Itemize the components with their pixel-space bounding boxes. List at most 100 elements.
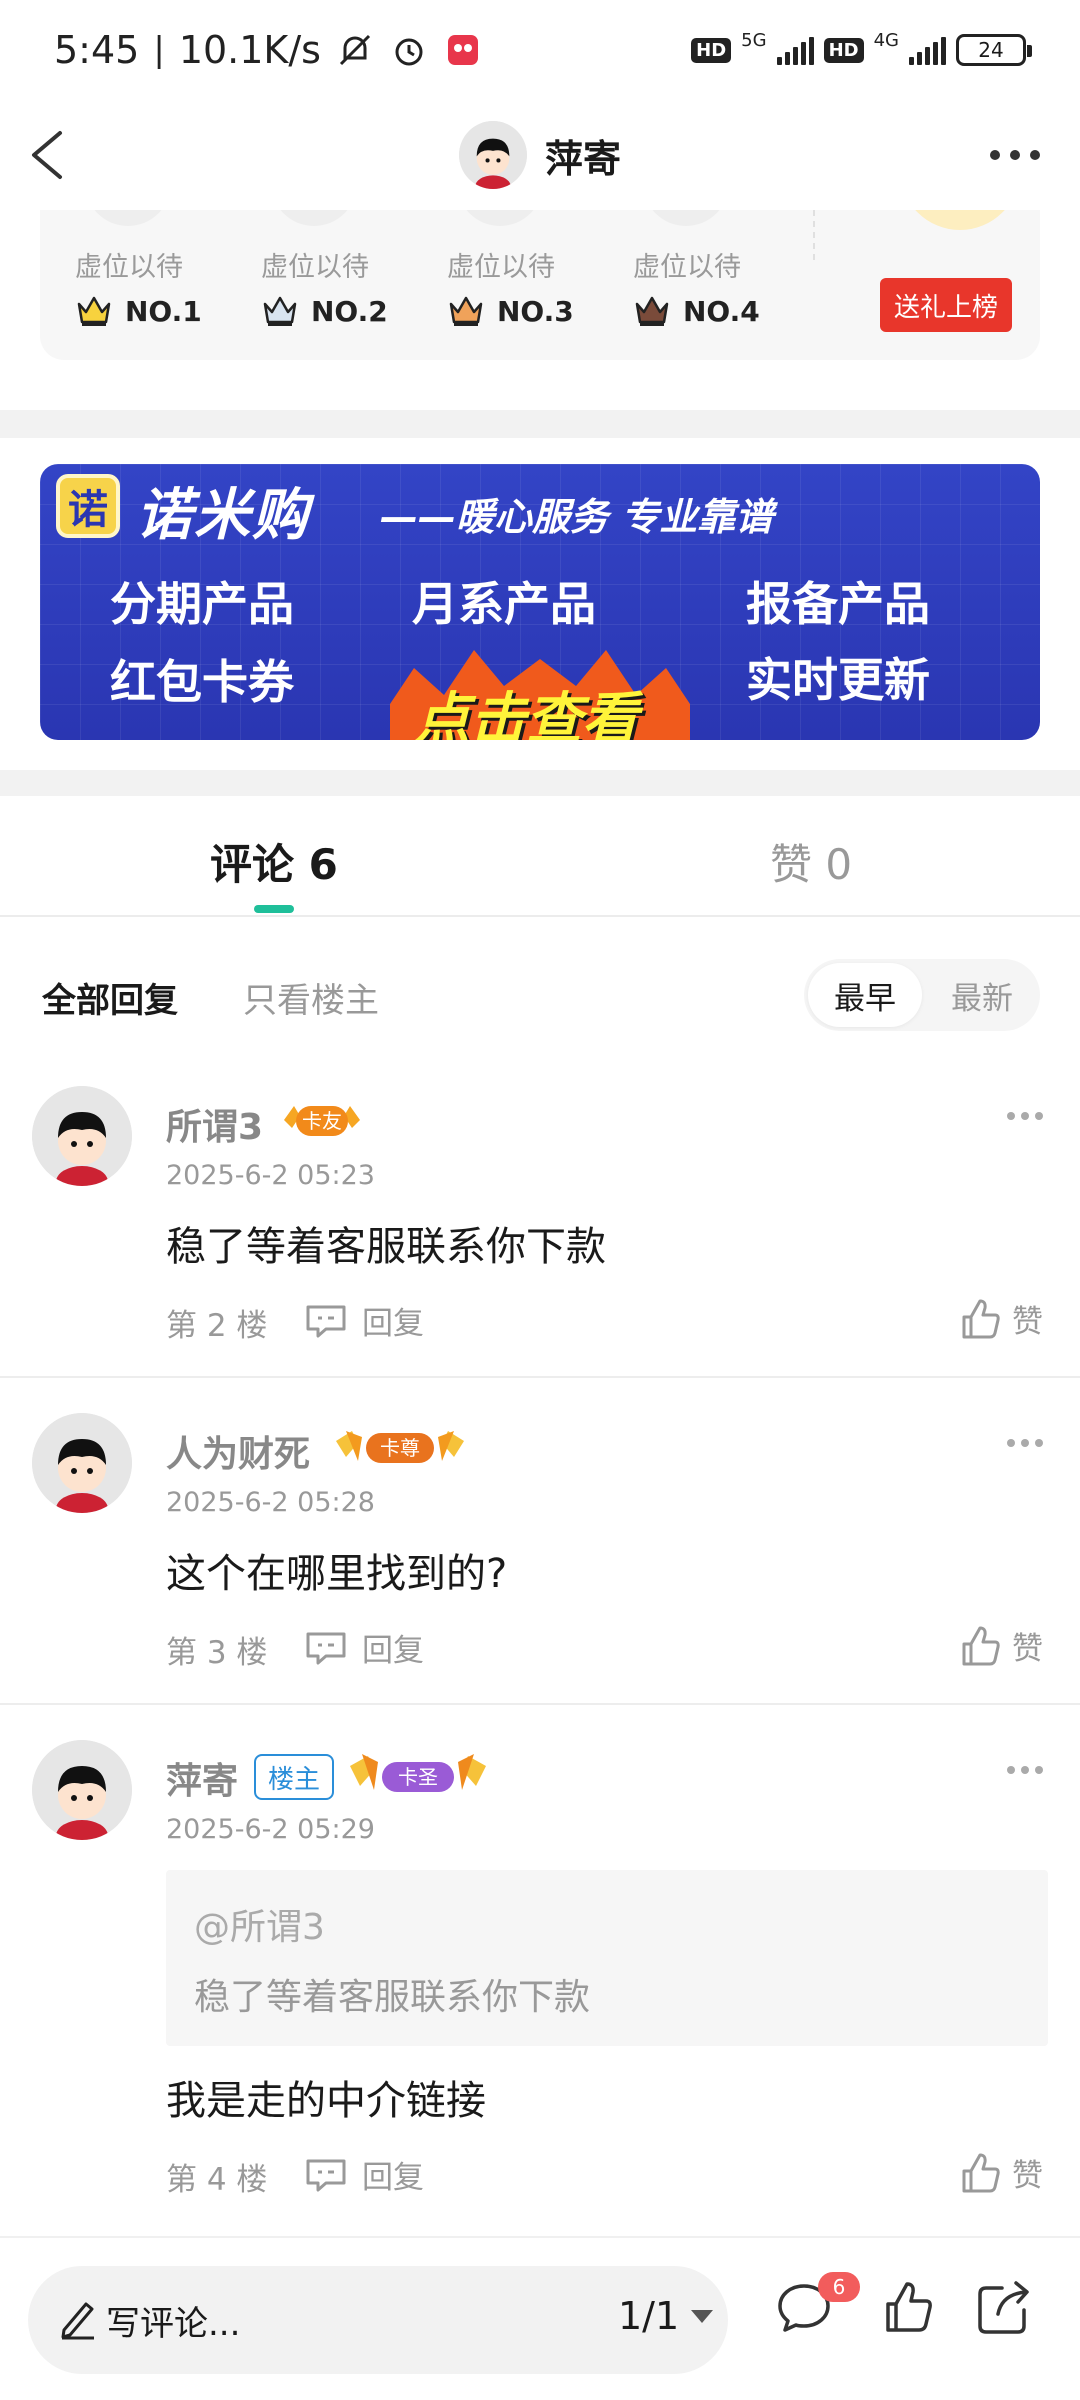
reply-label: 回复 (362, 1633, 424, 1669)
comment-floor: 第 4 楼 (166, 2162, 268, 2198)
banner-item: 月系产品 (412, 577, 596, 631)
back-icon[interactable] (20, 125, 80, 185)
crown-bronze-icon (449, 296, 483, 326)
rank-avatar-placeholder (271, 210, 357, 226)
banner-title: 诺米购 (136, 483, 310, 548)
rank-label: 虚位以待 (633, 252, 741, 283)
sort-toggle: 最早 最新 (804, 959, 1040, 1031)
divider (0, 1376, 1080, 1378)
app-notification-icon (443, 30, 483, 70)
crown-gold-icon (77, 296, 111, 326)
banner-item: 报备产品 (746, 577, 930, 631)
comment-username[interactable]: 人为财死 (166, 1425, 310, 1477)
reply-button[interactable]: 回复 (304, 2152, 424, 2197)
write-comment-placeholder: 写评论... (106, 2304, 241, 2344)
like-label: 赞 (1012, 1304, 1043, 1340)
quoted-comment[interactable]: @所谓3 稳了等着客服联系你下款 (166, 1870, 1048, 2046)
tab-bar: 评论 6 赞 0 (0, 795, 1080, 917)
level-badge: 卡圣 (350, 1754, 486, 1792)
section-gap (0, 770, 1080, 796)
like-button[interactable]: 赞 (958, 1623, 1043, 1668)
filter-all-replies[interactable]: 全部回复 (42, 973, 178, 1022)
more-options-icon[interactable] (980, 130, 1050, 180)
reply-button[interactable]: 回复 (304, 1298, 424, 1343)
crown-dark-icon (635, 296, 669, 326)
comment-time: 2025-6-2 05:28 (166, 1487, 375, 1518)
comment-count-badge: 6 (818, 2272, 860, 2302)
page-indicator: 1/1 (618, 2294, 680, 2338)
comment-more-icon[interactable] (1005, 1108, 1045, 1124)
rank-number: NO.2 (261, 294, 388, 328)
banner-item: 实时更新 (746, 653, 930, 707)
cta-text: 点击查看 (414, 687, 638, 740)
filter-bar: 全部回复 只看楼主 最早 最新 (0, 955, 1080, 1035)
thumbs-up-icon (962, 1626, 1000, 1665)
rank-label: 虚位以待 (261, 252, 369, 283)
ad-banner[interactable]: 诺 诺米购 ——暖心服务 专业靠谱 分期产品 月系产品 报备产品 红包卡券 实时… (40, 464, 1040, 740)
status-left: 5:45 | 10.1K/s (54, 28, 483, 72)
banner-logo: 诺 (56, 474, 120, 538)
rank-number: NO.4 (633, 294, 760, 328)
section-gap (0, 410, 1080, 438)
bottom-bar: 写评论... 1/1 6 (0, 2236, 1080, 2400)
divider (0, 1703, 1080, 1705)
page-selector[interactable]: 1/1 (618, 2294, 715, 2338)
rank-divider (813, 210, 815, 260)
tab-likes[interactable]: 赞 0 (770, 831, 852, 892)
filter-op-only[interactable]: 只看楼主 (243, 973, 379, 1022)
thumbs-up-icon[interactable] (880, 2278, 936, 2336)
sort-latest[interactable]: 最新 (930, 963, 1034, 1027)
gift-ranking: 虚位以待 NO.1 虚位以待 NO.2 虚位以待 NO.3 虚位以待 NO.4 … (40, 210, 1040, 360)
comment-username[interactable]: 所谓3 (166, 1098, 263, 1150)
like-label: 赞 (1012, 1631, 1043, 1667)
quote-text: 稳了等着客服联系你下款 (194, 1977, 591, 2018)
rank-number: NO.1 (75, 294, 202, 328)
signal-icon-2 (909, 35, 946, 65)
rank-slot-4[interactable]: 虚位以待 NO.4 (598, 210, 760, 360)
level-badge: 卡友 (284, 1106, 360, 1136)
reply-icon (306, 1305, 346, 1337)
pencil-icon (61, 2302, 94, 2340)
comment-text: 我是走的中介链接 (166, 2078, 486, 2124)
rank-avatar-placeholder (457, 210, 543, 226)
nav-bar: 萍寄 (0, 100, 1080, 210)
comment-more-icon[interactable] (1005, 1435, 1045, 1451)
rank-avatar-placeholder (85, 210, 171, 226)
reply-label: 回复 (362, 2160, 424, 2196)
nav-title[interactable]: 萍寄 (458, 121, 621, 189)
comment-username[interactable]: 萍寄 (166, 1752, 238, 1804)
rank-no-text: NO.1 (125, 294, 202, 328)
avatar[interactable] (458, 121, 527, 189)
signal-icon (776, 35, 814, 65)
comment-more-icon[interactable] (1005, 1762, 1045, 1778)
like-button[interactable]: 赞 (958, 1296, 1043, 1341)
battery-icon: 24 (956, 34, 1032, 66)
rank-slot-1[interactable]: 虚位以待 NO.1 (40, 210, 202, 360)
avatar[interactable] (32, 1740, 132, 1840)
sort-earliest[interactable]: 最早 (808, 963, 922, 1027)
send-gift-button[interactable]: 送礼上榜 (880, 278, 1012, 332)
like-button[interactable]: 赞 (958, 2150, 1043, 2195)
rank-no-text: NO.2 (311, 294, 388, 328)
thumbs-up-icon (962, 2153, 1000, 2192)
comment-time: 2025-6-2 05:29 (166, 1814, 375, 1845)
write-comment-input[interactable]: 写评论... 1/1 (28, 2266, 728, 2374)
comment-floor: 第 3 楼 (166, 1635, 268, 1671)
rank-number: NO.3 (447, 294, 574, 328)
reply-button[interactable]: 回复 (304, 1625, 424, 1670)
net-4g: 4G (873, 29, 899, 51)
status-right: HD 5G HD 4G 24 (691, 30, 1032, 66)
mute-icon (335, 30, 375, 70)
share-icon[interactable] (974, 2278, 1034, 2336)
hd-badge-2: HD (823, 37, 864, 63)
banner-cta[interactable]: 点击查看 (390, 650, 690, 740)
rank-slot-3[interactable]: 虚位以待 NO.3 (412, 210, 574, 360)
rank-no-text: NO.4 (683, 294, 760, 328)
avatar[interactable] (32, 1413, 132, 1513)
status-separator: | (153, 30, 165, 70)
tab-comments[interactable]: 评论 6 (210, 831, 338, 892)
tab-indicator (254, 905, 294, 913)
rank-slot-2[interactable]: 虚位以待 NO.2 (226, 210, 388, 360)
comment-floor: 第 2 楼 (166, 1308, 268, 1344)
avatar[interactable] (32, 1086, 132, 1186)
